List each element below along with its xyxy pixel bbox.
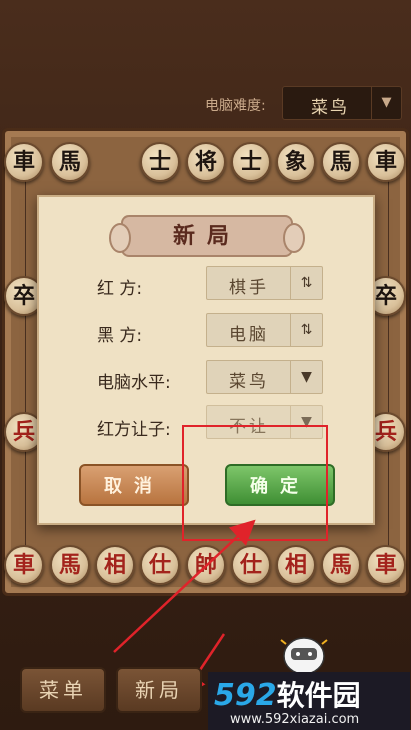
- piece-red-elephant[interactable]: 相: [95, 545, 135, 585]
- difficulty-label: 电脑难度:: [205, 98, 266, 114]
- piece-red-general[interactable]: 帥: [186, 545, 226, 585]
- watermark-url: www.592xiazai.com: [230, 712, 360, 727]
- red-side-value: 棋手: [229, 278, 269, 298]
- black-side-label: 黑 方:: [97, 326, 143, 346]
- menu-button[interactable]: 菜单: [20, 667, 106, 713]
- watermark-logo: 592软件园: [214, 674, 361, 714]
- red-side-label: 红 方:: [97, 279, 143, 299]
- piece-black-advisor[interactable]: 士: [231, 142, 271, 182]
- chevron-down-icon[interactable]: ▼: [371, 87, 401, 119]
- piece-red-horse[interactable]: 馬: [321, 545, 361, 585]
- mascot-icon: [280, 637, 328, 675]
- cancel-button[interactable]: 取消: [79, 464, 189, 506]
- difficulty-value: 菜鸟: [311, 98, 349, 118]
- piece-red-advisor[interactable]: 仕: [231, 545, 271, 585]
- piece-red-chariot[interactable]: 車: [366, 545, 406, 585]
- ai-level-label: 电脑水平:: [97, 373, 171, 393]
- piece-black-horse[interactable]: 馬: [50, 142, 90, 182]
- piece-black-chariot[interactable]: 車: [4, 142, 44, 182]
- piece-black-chariot[interactable]: 車: [366, 142, 406, 182]
- board-line: [388, 171, 389, 551]
- watermark-number: 592: [214, 678, 277, 713]
- piece-black-elephant[interactable]: 象: [276, 142, 316, 182]
- piece-red-horse[interactable]: 馬: [50, 545, 90, 585]
- swap-icon[interactable]: ⇅: [290, 314, 322, 346]
- dialog-title: 新局: [109, 215, 305, 257]
- ai-level-value: 菜鸟: [229, 372, 269, 392]
- ai-level-select[interactable]: 菜鸟 ▼: [206, 360, 323, 394]
- chevron-down-icon[interactable]: ▼: [290, 361, 322, 393]
- red-side-field[interactable]: 棋手 ⇅: [206, 266, 323, 300]
- piece-black-general[interactable]: 将: [186, 142, 226, 182]
- piece-red-advisor[interactable]: 仕: [140, 545, 180, 585]
- difficulty-select[interactable]: 菜鸟 ▼: [282, 86, 402, 120]
- black-side-value: 电脑: [229, 325, 269, 345]
- watermark-text: 软件园: [276, 679, 361, 712]
- board-line: [25, 171, 26, 551]
- handicap-label: 红方让子:: [97, 420, 171, 440]
- piece-red-chariot[interactable]: 車: [4, 545, 44, 585]
- new-game-button[interactable]: 新局: [116, 667, 202, 713]
- site-watermark: 592软件园 www.592xiazai.com: [208, 672, 410, 730]
- piece-black-advisor[interactable]: 士: [140, 142, 180, 182]
- black-side-field[interactable]: 电脑 ⇅: [206, 313, 323, 347]
- piece-red-elephant[interactable]: 相: [276, 545, 316, 585]
- annotation-highlight-box: [182, 425, 328, 541]
- swap-icon[interactable]: ⇅: [290, 267, 322, 299]
- piece-black-horse[interactable]: 馬: [321, 142, 361, 182]
